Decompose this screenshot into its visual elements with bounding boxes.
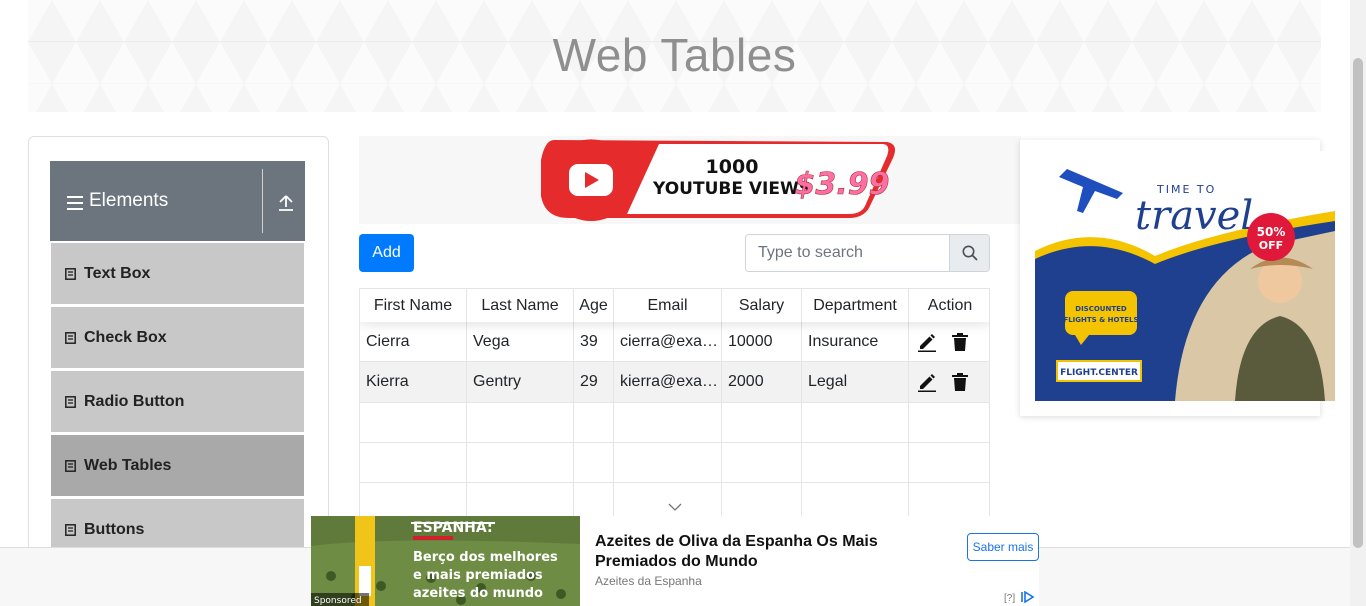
flight-center-ad[interactable]: ✕ TIME TO travel 50% OFF DISCOUNTED FLIG… — [1020, 140, 1335, 416]
header-divider — [262, 169, 263, 233]
sidebar-item-radio-button[interactable]: Radio Button — [51, 371, 304, 432]
cell-age: 39 — [574, 322, 614, 362]
search-icon — [962, 245, 978, 261]
cell-salary: 10000 — [722, 322, 802, 362]
cell-last-name: Vega — [467, 322, 574, 362]
ad-bubble-line2: FLIGHTS & HOTELS — [1063, 316, 1138, 324]
sidebar-item-label: Text Box — [84, 264, 151, 282]
sponsored-label: Sponsored — [314, 596, 362, 606]
travel-ad-image: TIME TO travel 50% OFF DISCOUNTED FLIGHT… — [1035, 151, 1335, 401]
cell-age: 29 — [574, 362, 614, 402]
list-icon — [65, 331, 76, 344]
page-scrollbar[interactable] — [1350, 0, 1366, 606]
ad-headline[interactable]: Azeites de Oliva da Espanha Os Mais Prem… — [595, 532, 925, 572]
list-icon — [65, 267, 76, 280]
list-icon — [65, 523, 76, 536]
search-input[interactable] — [746, 235, 949, 271]
ad-travel: travel — [1135, 193, 1253, 239]
saber-mais-button[interactable]: Saber mais — [967, 533, 1039, 561]
group-title: Elements — [89, 190, 169, 211]
column-header-salary[interactable]: Salary — [722, 289, 802, 322]
hamburger-icon — [67, 196, 83, 210]
scrollbar-thumb[interactable] — [1353, 58, 1363, 548]
column-header-first-name[interactable]: First Name — [360, 289, 467, 322]
table-row: Cierra Vega 39 cierra@example.com 10000 … — [360, 322, 989, 362]
ad-line1: 1000 — [706, 156, 759, 178]
column-header-age[interactable]: Age — [574, 289, 614, 322]
sidebar-item-label: Radio Button — [84, 392, 185, 410]
olive-oil-ad-image: ESPANHA: Berço dos melhores e mais premi… — [311, 516, 580, 606]
sidebar: Elements Text Box Check Box Radio Button… — [28, 136, 329, 606]
collapse-arrow-icon[interactable] — [278, 194, 294, 212]
youtube-views-ad[interactable]: 1000 YOUTUBE VIEWS $3.99 — [359, 136, 1021, 224]
cell-department: Legal — [802, 362, 909, 402]
ad-discount-pct: 50% — [1257, 225, 1286, 239]
adchoices-icon — [1021, 590, 1035, 604]
column-header-department[interactable]: Department — [802, 289, 909, 322]
page-title: Web Tables — [552, 29, 797, 81]
cell-email: cierra@example.com — [614, 322, 722, 362]
ad-price: $3.99 — [795, 167, 890, 202]
ad-discount-off: OFF — [1259, 239, 1283, 252]
delete-icon[interactable] — [951, 372, 969, 392]
delete-icon[interactable] — [951, 332, 969, 352]
cell-salary: 2000 — [722, 362, 802, 402]
sidebar-item-label: Check Box — [84, 328, 167, 346]
add-button[interactable]: Add — [359, 234, 414, 272]
cell-first-name: Kierra — [360, 362, 467, 402]
ad-info-label: [?] — [1004, 593, 1016, 604]
sidebar-item-web-tables[interactable]: Web Tables — [51, 435, 304, 496]
list-icon — [65, 395, 76, 408]
table-row-empty — [360, 443, 989, 483]
sidebar-item-label: Web Tables — [84, 456, 172, 474]
table-row-empty — [360, 403, 989, 443]
edit-icon[interactable] — [917, 372, 937, 392]
sidebar-item-label: Buttons — [84, 520, 145, 538]
ad-image-line1: Berço dos melhores — [413, 550, 558, 565]
ad-info-icon[interactable]: [?] — [1004, 590, 1035, 604]
cell-email: kierra@example.com — [614, 362, 722, 402]
chevron-down-icon — [668, 503, 682, 511]
sidebar-item-text-box[interactable]: Text Box — [51, 243, 304, 304]
cell-department: Insurance — [802, 322, 909, 362]
ad-brand: FLIGHT.CENTER — [1060, 368, 1138, 378]
group-header-elements[interactable]: Elements — [50, 161, 305, 241]
table-header: First Name Last Name Age Email Salary De… — [360, 289, 989, 322]
ad-advertiser: Azeites da Espanha — [595, 574, 702, 588]
cell-action — [909, 362, 989, 402]
ad-image-title: ESPANHA: — [413, 520, 493, 536]
cell-last-name: Gentry — [467, 362, 574, 402]
ad-bubble-line1: DISCOUNTED — [1075, 305, 1127, 313]
ad-line2: YOUTUBE VIEWS — [652, 179, 811, 199]
search-box — [745, 234, 990, 272]
column-header-last-name[interactable]: Last Name — [467, 289, 574, 322]
sidebar-item-check-box[interactable]: Check Box — [51, 307, 304, 368]
cell-action — [909, 322, 989, 362]
youtube-ad-graphic: 1000 YOUTUBE VIEWS $3.99 — [541, 139, 895, 221]
column-header-action: Action — [927, 297, 973, 314]
edit-icon[interactable] — [917, 332, 937, 352]
azeites-ad[interactable]: ESPANHA: Berço dos melhores e mais premi… — [311, 516, 1039, 606]
search-button[interactable] — [949, 235, 989, 271]
cell-first-name: Cierra — [360, 322, 467, 362]
page-banner: Web Tables — [28, 0, 1321, 112]
ad-image-line2: e mais premiados — [413, 568, 543, 583]
column-header-email[interactable]: Email — [614, 289, 722, 322]
table-row: Kierra Gentry 29 kierra@example.com 2000… — [360, 362, 989, 403]
list-icon — [65, 459, 76, 472]
ad-image-line3: azeites do mundo — [413, 586, 543, 601]
